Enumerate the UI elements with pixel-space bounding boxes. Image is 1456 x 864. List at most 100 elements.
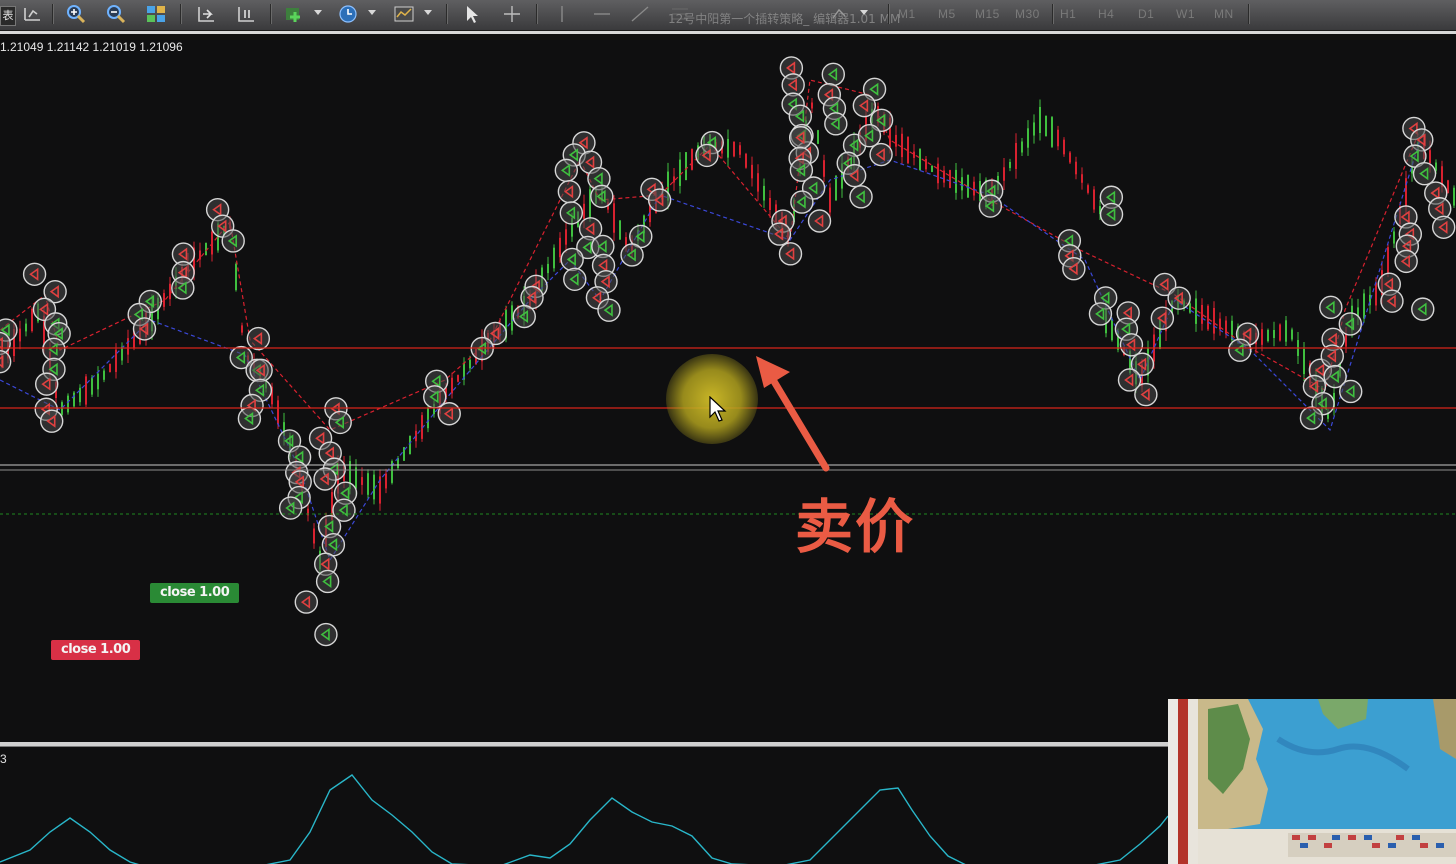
trade-marker-icon [294,590,318,614]
trade-marker-icon [315,569,340,594]
trade-marker-icon [171,276,195,300]
trade-marker-icon [1412,161,1437,186]
trendline-icon[interactable] [628,3,652,25]
trade-marker-icon [40,409,64,433]
periods-icon[interactable] [336,3,360,25]
trade-marker-icon [620,243,644,267]
trade-marker-icon [437,402,461,426]
templates-icon[interactable] [392,3,416,25]
trade-marker-icon [821,62,845,87]
trade-marker-icon [557,179,582,204]
autoscroll-icon[interactable] [194,3,218,25]
trade-marker-icon [132,317,157,341]
trade-marker-icon [1394,249,1418,274]
indicators-icon[interactable] [282,3,306,25]
toolbar-separator [1248,4,1250,24]
mouse-cursor-icon [709,396,727,422]
toolbar-separator [536,4,538,24]
timeframe-mn[interactable]: MN [1214,7,1234,21]
trade-marker-icon [0,350,12,374]
chart-toolbar: 表 12号中阳第一个插转策略_ 编辑器1.01 MM M1 M5 M15 M30… [0,0,1456,31]
trade-marker-icon [790,190,814,214]
cursor-icon[interactable] [460,3,484,25]
trade-marker-icon [328,410,352,435]
trade-marker-icon [1088,302,1113,326]
timeframe-m5[interactable]: M5 [938,7,956,21]
horizontal-line-icon[interactable] [590,3,614,25]
chevron-down-icon[interactable] [368,10,376,15]
trade-marker-icon [824,112,848,136]
vertical-line-icon[interactable] [550,3,574,25]
trade-marker-icon [512,304,536,329]
chevron-down-icon[interactable] [314,10,322,15]
trade-marker-icon [221,229,245,253]
left-menu-stub[interactable]: 表 [0,6,16,26]
timeframe-m15[interactable]: M15 [975,7,1000,21]
crosshair-icon[interactable] [500,3,524,25]
trade-marker-icon [788,125,813,150]
trade-marker-icon [1338,312,1363,336]
timeframe-h4[interactable]: H4 [1098,7,1114,21]
toolbar-separator [888,4,890,24]
trade-marker-icon [1380,289,1404,313]
trade-marker-icon [1228,338,1252,362]
zoom-out-icon[interactable] [104,3,128,25]
toolbar-separator [270,4,272,24]
trade-marker-icon [1431,215,1456,239]
trade-marker-icon [563,267,587,291]
chart-bars-icon[interactable] [20,3,44,25]
trade-marker-icon [597,298,621,322]
timeframe-m30[interactable]: M30 [1015,7,1040,21]
annotation-arrow [756,356,830,472]
trade-marker-icon [314,622,338,647]
close-buy-button[interactable]: close 1.00 [150,583,240,603]
sell-price-annotation: 卖价 [795,493,916,561]
trade-marker-icon [246,326,271,351]
trade-marker-icon [1411,297,1435,321]
chevron-down-icon[interactable] [424,10,432,15]
toolbar-title: 12号中阳第一个插转策略_ 编辑器1.01 MM [668,12,901,26]
trade-marker-icon [559,201,584,225]
indicator-line [0,774,1168,864]
trade-marker-icon [1167,286,1191,310]
trade-marker-icon [767,222,792,246]
trade-marker-icon [34,372,59,396]
trade-marker-icon [22,262,47,286]
timeframe-w1[interactable]: W1 [1176,7,1195,21]
trade-marker-icon [321,533,346,557]
chart-shift-icon[interactable] [234,3,258,25]
trade-marker-icon [1134,382,1158,407]
timeframe-h1[interactable]: H1 [1060,7,1076,21]
toolbar-separator [52,4,54,24]
trade-marker-icon [249,358,273,383]
trade-marker-icon [1150,306,1175,330]
trade-marker-icon [1299,406,1324,430]
trade-marker-icon [237,406,262,431]
trade-marker-icon [647,188,672,212]
trade-marker-icon [857,124,882,148]
trade-marker-icon [313,467,337,491]
close-sell-button[interactable]: close 1.00 [51,640,141,660]
timeframe-m1[interactable]: M1 [898,7,916,21]
trade-marker-icon [278,496,303,520]
indicator-label: 3 [0,752,7,766]
trade-marker-icon [978,194,1003,218]
webcam-inset [1168,699,1456,864]
trade-marker-icon [842,163,867,188]
trade-marker-icon [869,142,893,167]
toolbar-separator [446,4,448,24]
trade-marker-icon [1319,295,1343,320]
toolbar-separator [180,4,182,24]
toolbar-separator [1052,4,1054,24]
trade-marker-icon [1339,379,1363,404]
ohlc-readout: 1.21049 1.21142 1.21019 1.21096 [0,40,183,54]
indicator-panel[interactable] [0,747,1168,864]
trade-marker-icon [1119,333,1144,357]
timeframe-d1[interactable]: D1 [1138,7,1154,21]
zoom-in-icon[interactable] [64,3,88,25]
trade-marker-icon [560,247,584,272]
trade-marker-icon [849,185,873,209]
trade-marker-icon [852,93,877,118]
tile-windows-icon[interactable] [144,3,168,25]
trade-marker-icon [695,143,719,168]
